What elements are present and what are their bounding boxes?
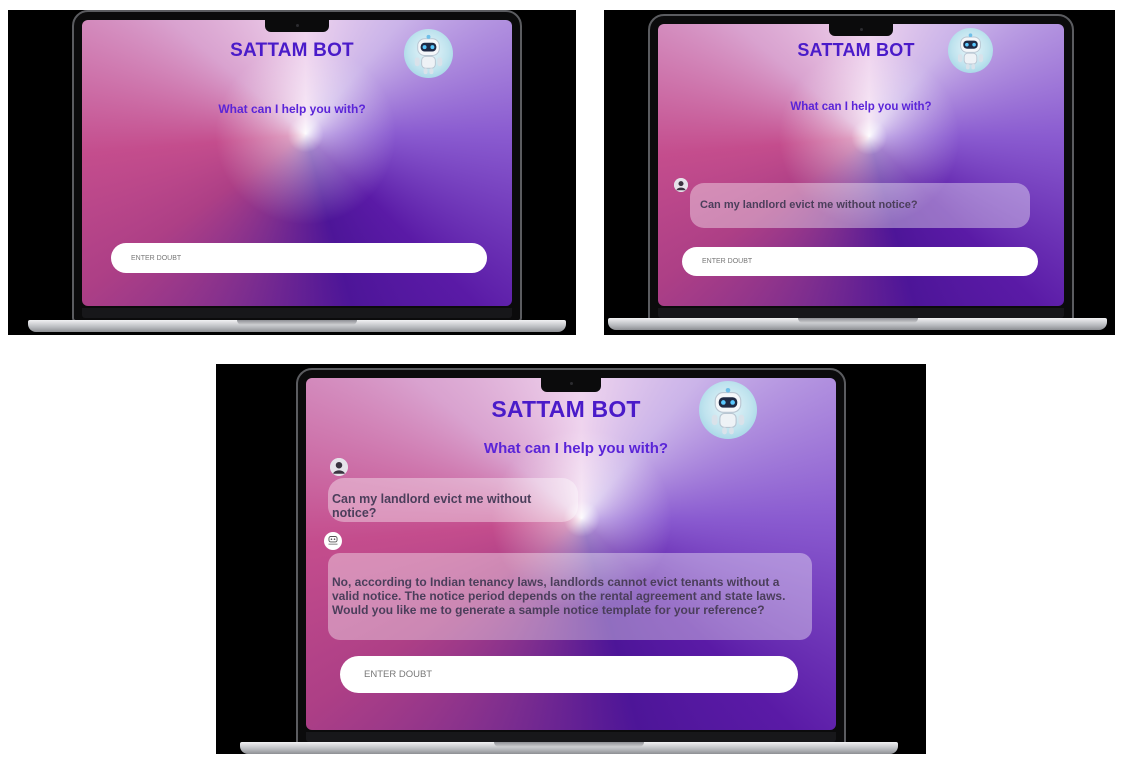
app-subtitle: What can I help you with?	[218, 102, 366, 116]
laptop-base-groove	[237, 320, 357, 325]
chat-screen: SATTAM BOT What can I help you with?	[306, 378, 836, 730]
laptop-lid: SATTAM BOT What can I help you with?	[72, 10, 522, 322]
bot-reply-bubble: No, according to Indian tenancy laws, la…	[328, 553, 812, 640]
screenshot-panel-3: SATTAM BOT What can I help you with? Can…	[216, 364, 926, 754]
user-message-text: Can my landlord evict me without notice?	[332, 492, 532, 520]
camera-notch	[265, 20, 329, 32]
user-message-bubble: Can my landlord evict me without notice?	[328, 478, 578, 522]
laptop-base-groove	[494, 742, 644, 747]
laptop-base	[28, 320, 566, 332]
screenshot-panel-2: SATTAM BOT What can I help you with? Can…	[604, 10, 1115, 335]
robot-icon	[699, 381, 757, 439]
chat-screen: SATTAM BOT What can I help you with?	[658, 24, 1064, 306]
user-message-bubble: Can my landlord evict me without notice?	[690, 183, 1030, 228]
laptop-chin	[306, 732, 836, 742]
camera-notch	[541, 378, 601, 392]
laptop-chin	[82, 308, 512, 318]
laptop-lid: SATTAM BOT What can I help you with?	[296, 368, 846, 746]
user-icon	[330, 458, 348, 476]
doubt-input-placeholder: ENTER DOUBT	[364, 669, 433, 680]
laptop-lid: SATTAM BOT What can I help you with?	[648, 14, 1074, 322]
doubt-input[interactable]: ENTER DOUBT	[682, 247, 1038, 276]
doubt-input-placeholder: ENTER DOUBT	[702, 258, 753, 265]
screenshot-panel-1: SATTAM BOT What can I help you with? ENT…	[8, 10, 576, 335]
robot-icon	[948, 28, 993, 73]
app-subtitle: What can I help you with?	[790, 101, 932, 113]
camera-notch	[829, 24, 893, 36]
robot-icon	[404, 29, 453, 78]
chat-screen: SATTAM BOT What can I help you with?	[82, 20, 512, 306]
laptop-chin	[658, 308, 1064, 318]
robot-small-icon	[324, 532, 342, 550]
laptop-base	[240, 742, 898, 754]
laptop-base	[608, 318, 1107, 330]
bot-reply-text: No, according to Indian tenancy laws, la…	[332, 575, 786, 617]
user-icon	[674, 178, 688, 192]
doubt-input-placeholder: ENTER DOUBT	[131, 254, 182, 262]
doubt-input[interactable]: ENTER DOUBT	[111, 243, 487, 273]
app-subtitle: What can I help you with?	[483, 440, 669, 457]
doubt-input[interactable]: ENTER DOUBT	[340, 656, 798, 693]
laptop-base-groove	[797, 318, 918, 323]
app-title: SATTAM BOT	[797, 40, 915, 60]
user-message-text: Can my landlord evict me without notice?	[700, 199, 918, 211]
